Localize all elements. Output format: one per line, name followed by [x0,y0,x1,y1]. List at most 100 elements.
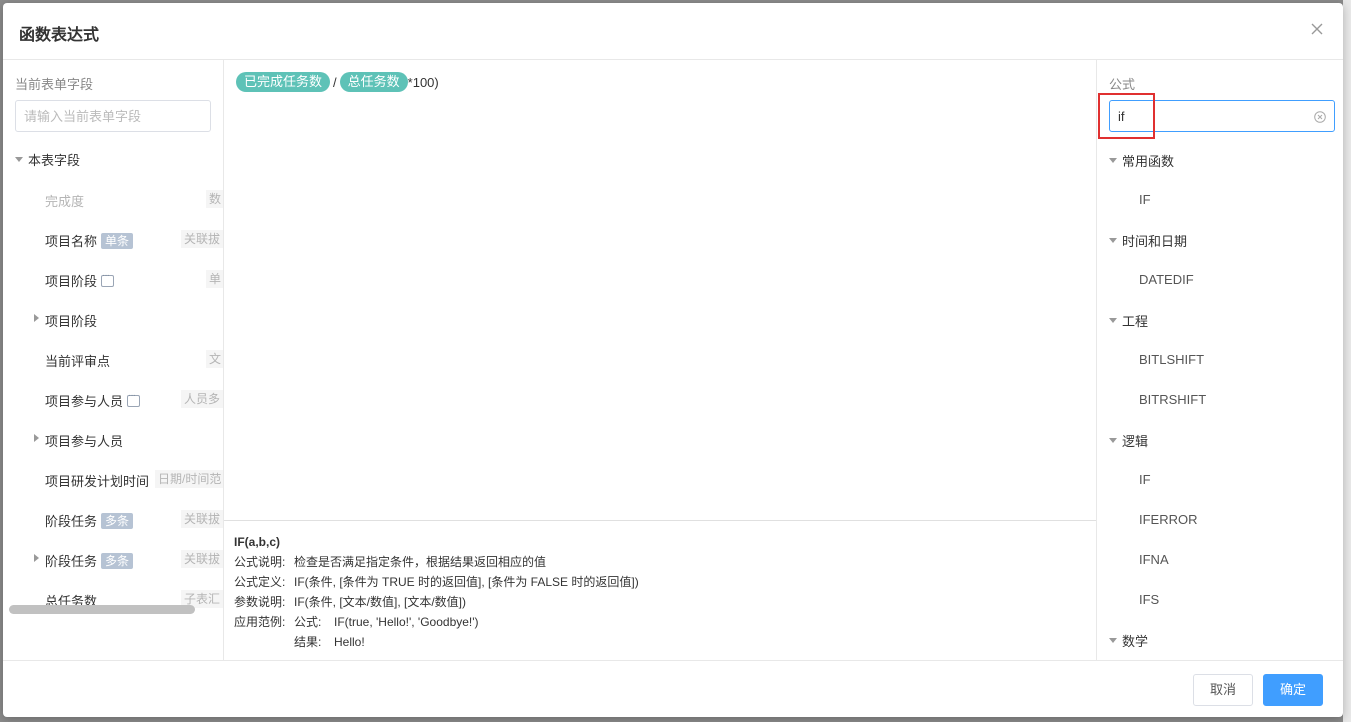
field-item-name: 当前评审点 [45,351,110,370]
field-chip-completed-tasks[interactable]: 已完成任务数 [236,72,331,92]
more-icon[interactable] [101,270,115,287]
field-item[interactable]: 阶段任务 多条 关联拔 [3,539,223,579]
field-search-input[interactable] [15,100,211,132]
function-category[interactable]: 常用函数 [1109,140,1174,180]
help-example-result-label: 结果: [294,635,322,649]
field-item-name: 阶段任务 多条 [45,511,134,530]
field-type-label: 数 [206,190,223,208]
tree-root-label: 本表字段 [28,153,81,168]
help-desc: 检查是否满足指定条件，根据结果返回相应的值 [294,555,547,569]
field-type-label: 人员多 [181,390,223,408]
function-category[interactable]: 时间和日期 [1109,220,1187,260]
help-example-formula: IF(true, 'Hello!', 'Goodbye!') [334,615,479,629]
function-list-panel: 公式 常用函数 IF 时间和日期 DATEDIF 工程 BITLSHIFTBITRSHIF… [1097,60,1343,660]
cancel-button[interactable]: 取消 [1193,674,1253,706]
caret-down-icon [1109,637,1117,643]
field-type-label: 关联拔 [181,550,223,568]
field-count-tag: 多条 [101,552,134,569]
field-item[interactable]: 项目研发计划时间 日期/时间范 [3,459,223,499]
caret-down-icon [1109,157,1117,163]
function-category-label: 常用函数 [1122,153,1175,169]
field-item-name: 完成度 [45,191,84,210]
field-item[interactable]: 阶段任务 多条 关联拔 [3,499,223,539]
function-category[interactable]: 工程 [1109,300,1148,340]
function-item[interactable]: BITLSHIFT [1139,340,1204,380]
formula-operator: / [333,74,337,90]
caret-right-icon[interactable] [34,314,39,322]
field-item-label: 当前评审点 [45,354,111,369]
function-item[interactable]: BITRSHIFT [1139,380,1206,420]
field-item-name: 项目名称 单条 [45,231,134,250]
field-item-label: 项目研发计划时间 [45,474,150,489]
form-fields-label: 当前表单字段 [15,77,94,92]
function-item[interactable]: IFERROR [1139,500,1198,540]
help-param: IF(条件, [文本/数值], [文本/数值]) [294,595,466,609]
formula-label: 公式 [1109,77,1136,92]
help-def-label: 公式定义: [234,575,286,589]
function-item[interactable]: IFS [1139,580,1159,620]
field-count-tag: 多条 [101,512,134,529]
caret-down-icon [1109,437,1117,443]
close-icon[interactable] [1309,21,1325,37]
field-item-name: 项目阶段 [45,311,97,330]
dialog-footer: 取消 确定 [3,660,1343,717]
more-icon[interactable] [127,390,141,407]
horizontal-scrollbar[interactable] [9,605,195,614]
field-item-name: 项目阶段 [45,270,115,290]
function-search-input[interactable] [1109,100,1335,132]
field-item-label: 阶段任务 [45,554,98,569]
help-example-result: Hello! [334,635,365,649]
clear-icon[interactable] [1314,110,1326,123]
field-item-label: 完成度 [45,194,85,209]
function-category[interactable]: 逻辑 [1109,420,1148,460]
field-item-name: 项目研发计划时间 [45,471,149,490]
caret-down-icon [1109,317,1117,323]
function-item[interactable]: IF [1139,460,1151,500]
caret-down-icon [15,157,23,162]
field-item[interactable]: 当前评审点 文 [3,339,223,379]
function-category-label: 时间和日期 [1122,233,1188,249]
field-item[interactable]: 完成度 数 [3,179,223,219]
function-item[interactable]: DATEDIF [1139,260,1194,300]
formula-editor[interactable]: 已完成任务数 / 总任务数 *100) [224,60,1096,521]
field-item-name: 项目参与人员 [45,390,141,410]
function-expression-dialog: 函数表达式 当前表单字段 本表字段 完成度数项目名称单条关联拔项目阶段单项目阶段… [3,3,1343,717]
caret-down-icon [1109,237,1117,243]
function-item[interactable]: IF [1139,180,1151,220]
field-item-label: 项目参与人员 [45,434,124,449]
field-item-name: 项目参与人员 [45,431,123,450]
function-category[interactable]: 数学 [1109,620,1148,660]
function-item[interactable]: IFNA [1139,540,1169,580]
function-category-label: 数学 [1122,633,1149,649]
function-category-label: 工程 [1122,313,1149,329]
help-example-formula-label: 公式: [294,615,322,629]
formula-expression: 已完成任务数 / 总任务数 *100) [236,72,439,92]
form-fields-panel: 当前表单字段 本表字段 完成度数项目名称单条关联拔项目阶段单项目阶段当前评审点文… [3,60,224,660]
function-category-label: 逻辑 [1122,433,1149,449]
field-item-label: 项目名称 [45,234,98,249]
field-item[interactable]: 项目阶段 单 [3,259,223,299]
dialog-title: 函数表达式 [19,27,100,44]
field-type-label: 文 [206,350,223,368]
help-param-label: 参数说明: [234,595,286,609]
function-signature: IF(a,b,c) [234,535,281,549]
field-item[interactable]: 项目参与人员 人员多 [3,379,223,419]
field-type-label: 关联拔 [181,510,223,528]
formula-tail: *100) [407,74,439,90]
function-help: IF(a,b,c) 公式说明: 检查是否满足指定条件，根据结果返回相应的值 公式定… [234,532,639,652]
caret-right-icon[interactable] [34,434,39,442]
backdrop [1343,0,1351,722]
field-item[interactable]: 项目参与人员 [3,419,223,459]
field-type-label: 单 [206,270,223,288]
field-count-tag: 单条 [101,232,134,249]
field-chip-total-tasks[interactable]: 总任务数 [339,72,408,92]
help-example-label: 应用范例: [234,615,286,629]
confirm-button[interactable]: 确定 [1263,674,1323,706]
formula-editor-panel: 已完成任务数 / 总任务数 *100) IF(a,b,c) 公式说明: 检查是否满… [224,60,1097,660]
field-item-label: 阶段任务 [45,514,98,529]
field-item-label: 项目参与人员 [45,394,124,409]
field-item[interactable]: 项目名称 单条 关联拔 [3,219,223,259]
caret-right-icon[interactable] [34,554,39,562]
field-item[interactable]: 项目阶段 [3,299,223,339]
tree-root-this-table[interactable]: 本表字段 [15,150,80,169]
